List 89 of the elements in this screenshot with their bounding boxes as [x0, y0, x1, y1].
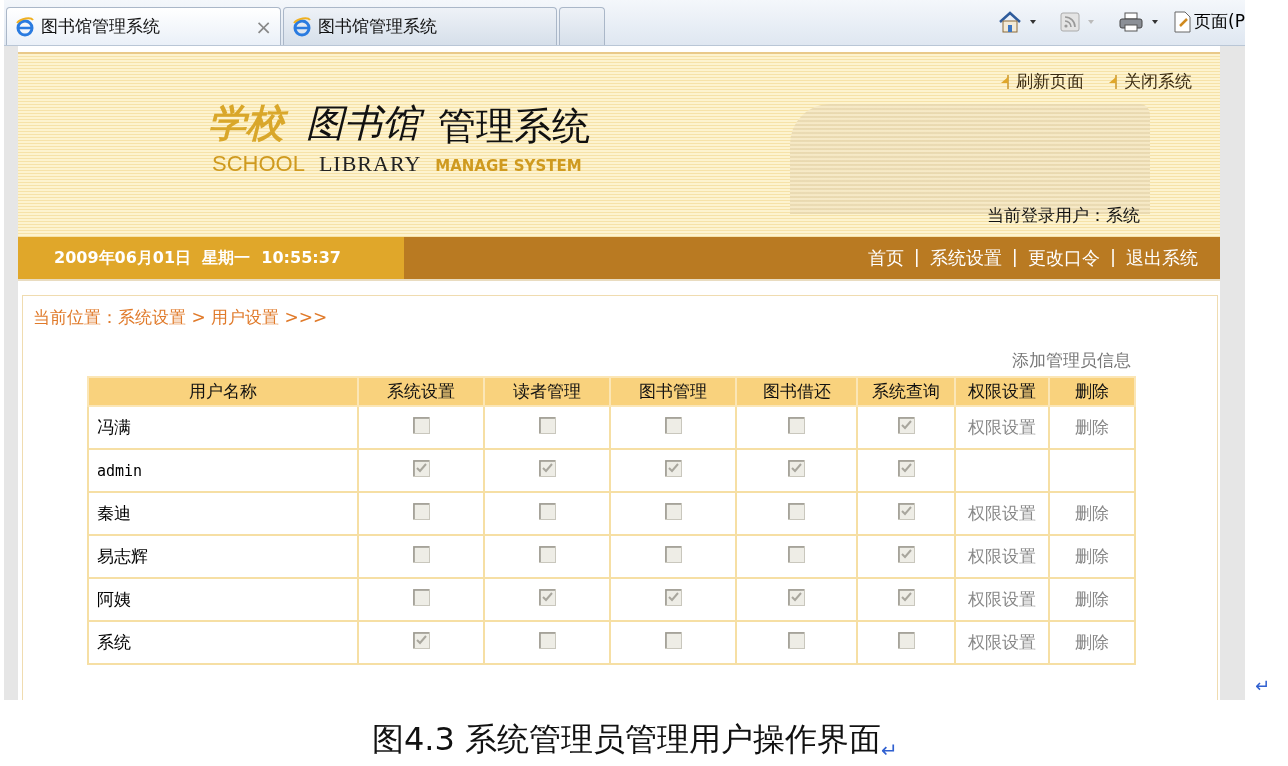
printer-icon[interactable] — [1118, 10, 1145, 33]
flag-icon — [1108, 73, 1120, 90]
permission-checkbox[interactable] — [412, 417, 430, 434]
user-name-cell: admin — [88, 449, 358, 492]
nav-separator: | — [1011, 246, 1018, 269]
column-header: 用户名称 — [88, 377, 358, 406]
figure-caption: 图4.3 系统管理员管理用户操作界面 — [372, 719, 882, 760]
logo-system-title: 管理系统 — [438, 103, 590, 149]
delete-link[interactable]: 删除 — [1075, 546, 1109, 566]
page-menu[interactable]: 页面(P — [1194, 10, 1245, 33]
permission-checkbox[interactable] — [788, 503, 805, 520]
column-header: 系统设置 — [358, 377, 484, 406]
permission-checkbox[interactable] — [897, 589, 915, 606]
delete-link[interactable]: 删除 — [1075, 417, 1109, 437]
user-name-cell: 阿姨 — [88, 578, 358, 621]
logo-manage-subtitle: MANAGE SYSTEM — [435, 157, 582, 175]
breadcrumb: 当前位置：系统设置 > 用户设置 >>> — [32, 306, 329, 329]
tab-title: 图书馆管理系统 — [41, 15, 160, 38]
permission-checkbox[interactable] — [538, 589, 556, 606]
browser-logo-icon — [292, 16, 312, 37]
nav-link[interactable]: 退出系统 — [1126, 246, 1198, 270]
user-name-cell: 秦迪 — [88, 492, 358, 535]
column-header: 系统查询 — [857, 377, 955, 406]
flag-icon — [1000, 73, 1012, 90]
permission-checkbox[interactable] — [897, 632, 915, 649]
paragraph-mark: ↵ — [1255, 675, 1271, 696]
nav-link[interactable]: 更改口令 — [1027, 246, 1100, 270]
column-header: 权限设置 — [955, 377, 1049, 406]
feed-dropdown-icon[interactable] — [1088, 19, 1095, 24]
user-name-cell: 易志辉 — [88, 535, 358, 578]
print-dropdown-icon[interactable] — [1152, 19, 1159, 24]
tab-title: 图书馆管理系统 — [318, 15, 437, 38]
permission-checkbox[interactable] — [412, 632, 430, 649]
permission-checkbox[interactable] — [788, 460, 805, 477]
permission-checkbox[interactable] — [664, 460, 682, 477]
user-name-cell: 系统 — [88, 621, 358, 664]
permission-checkbox[interactable] — [788, 589, 805, 606]
nav-link[interactable]: 首页 — [867, 246, 904, 270]
column-header: 读者管理 — [484, 377, 610, 406]
home-icon[interactable] — [998, 10, 1023, 33]
permission-checkbox[interactable] — [538, 460, 556, 477]
header-link[interactable]: 关闭系统 — [1124, 70, 1192, 93]
permission-checkbox[interactable] — [788, 546, 805, 563]
feed-icon[interactable] — [1060, 11, 1081, 32]
current-user-label: 当前登录用户：系统 — [987, 204, 1140, 227]
permission-checkbox[interactable] — [897, 546, 915, 563]
permission-checkbox[interactable] — [538, 417, 556, 434]
home-dropdown-icon[interactable] — [1030, 19, 1037, 24]
logo-library-calligraphy: 图书馆 — [302, 97, 428, 149]
permission-checkbox[interactable] — [412, 589, 430, 606]
add-admin-link[interactable]: 添加管理员信息 — [1012, 349, 1131, 372]
permission-checkbox[interactable] — [412, 503, 430, 520]
permission-checkbox[interactable] — [664, 546, 682, 563]
logo-school-subtitle: SCHOOL — [212, 151, 305, 177]
user-name-cell: 冯满 — [88, 406, 358, 449]
delete-link[interactable]: 删除 — [1075, 589, 1109, 609]
delete-link[interactable]: 删除 — [1075, 632, 1109, 652]
permission-checkbox[interactable] — [412, 546, 430, 563]
permission-checkbox[interactable] — [664, 503, 682, 520]
header-link[interactable]: 刷新页面 — [1016, 70, 1084, 93]
permission-checkbox[interactable] — [412, 460, 430, 477]
close-tab-button[interactable]: × — [255, 14, 272, 39]
permission-checkbox[interactable] — [788, 632, 805, 649]
permission-checkbox[interactable] — [664, 632, 682, 649]
logo-library-subtitle: LIBRARY — [318, 151, 422, 177]
delete-link[interactable]: 删除 — [1075, 503, 1109, 523]
paragraph-mark: ↵ — [881, 738, 898, 762]
permission-checkbox[interactable] — [538, 632, 556, 649]
permission-checkbox[interactable] — [897, 503, 915, 520]
date-time: 2009年06月01日 星期一 10:55:37 — [18, 237, 404, 279]
permission-checkbox[interactable] — [538, 546, 556, 563]
permission-checkbox[interactable] — [664, 589, 682, 606]
page-icon[interactable] — [1172, 10, 1193, 33]
permission-checkbox[interactable] — [538, 503, 556, 520]
permission-checkbox[interactable] — [897, 417, 915, 434]
browser-tab[interactable]: 图书馆管理系统 × — [6, 7, 281, 45]
nav-link[interactable]: 系统设置 — [929, 246, 1002, 270]
browser-tab[interactable] — [559, 7, 605, 45]
column-header: 图书借还 — [736, 377, 857, 406]
logo-school-title: 学校 — [204, 97, 292, 149]
browser-logo-icon — [15, 16, 35, 37]
browser-tab[interactable]: 图书馆管理系统 — [283, 7, 557, 45]
permission-checkbox[interactable] — [664, 417, 682, 434]
nav-separator: | — [913, 246, 920, 269]
permission-checkbox[interactable] — [788, 417, 805, 434]
column-header: 删除 — [1049, 377, 1135, 406]
permission-checkbox[interactable] — [897, 460, 915, 477]
nav-separator: | — [1109, 246, 1116, 269]
column-header: 图书管理 — [610, 377, 736, 406]
